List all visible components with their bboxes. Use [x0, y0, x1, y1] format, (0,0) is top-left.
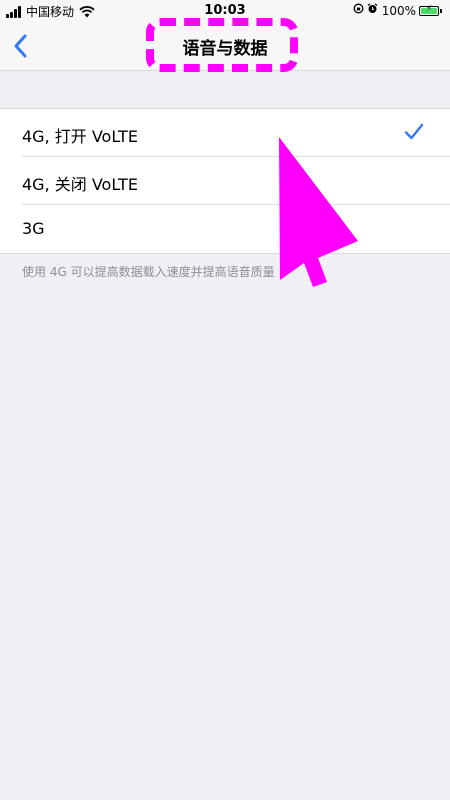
battery-percent: 100% — [381, 3, 416, 18]
option-label: 3G — [22, 219, 45, 238]
option-label: 4G, 关闭 VoLTE — [22, 175, 138, 194]
battery-cap — [440, 8, 442, 13]
network-mode-list: 4G, 打开 VoLTE 4G, 关闭 VoLTE 3G — [0, 108, 450, 254]
title-highlight-annotation — [146, 18, 298, 72]
footer-note: 使用 4G 可以提高数据载入速度并提高语音质量 — [22, 265, 275, 279]
orientation-lock-icon — [353, 3, 364, 18]
option-label: 4G, 打开 VoLTE — [22, 127, 138, 146]
option-3g[interactable]: 3G — [0, 205, 450, 253]
checkmark-icon — [404, 123, 424, 145]
option-4g-volte-off[interactable]: 4G, 关闭 VoLTE — [0, 157, 450, 205]
status-right: 100% ⚡ — [353, 3, 442, 18]
option-4g-volte-on[interactable]: 4G, 打开 VoLTE — [0, 109, 450, 157]
alarm-icon — [367, 3, 378, 18]
battery-icon: ⚡ — [419, 4, 439, 16]
